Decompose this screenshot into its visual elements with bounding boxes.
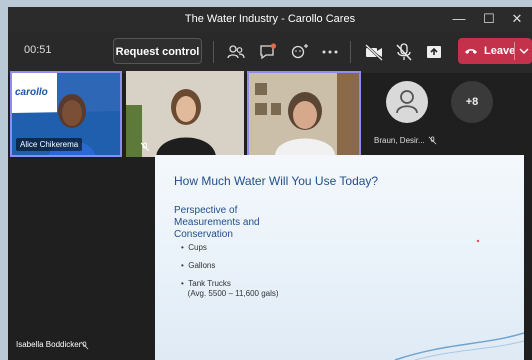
participant-video bbox=[249, 73, 359, 155]
participant-name: Isabella Boddicker bbox=[16, 340, 82, 349]
mic-off-icon[interactable] bbox=[394, 42, 414, 62]
more-options-icon[interactable] bbox=[320, 42, 340, 62]
phone-hangup-icon bbox=[465, 49, 477, 54]
camera-off-icon[interactable] bbox=[364, 42, 384, 62]
participant-tile-braun[interactable]: Braun, Desir... bbox=[374, 81, 437, 151]
meeting-timer: 00:51 bbox=[24, 44, 52, 56]
participant-tile-2[interactable] bbox=[126, 71, 244, 157]
maximize-button[interactable]: ☐ bbox=[476, 9, 502, 29]
minimize-button[interactable]: — bbox=[446, 9, 472, 29]
leave-label: Leave bbox=[484, 45, 516, 57]
title-bar: The Water Industry - Carollo Cares — ☐ ✕ bbox=[8, 7, 532, 31]
mic-muted-icon bbox=[428, 136, 437, 145]
carollo-logo: carollo bbox=[15, 87, 48, 98]
share-screen-icon[interactable] bbox=[424, 42, 444, 62]
toolbar-divider bbox=[213, 41, 214, 63]
mic-muted-icon bbox=[80, 341, 89, 350]
participant-tile-3[interactable] bbox=[247, 71, 361, 157]
leave-button[interactable]: Leave bbox=[458, 38, 532, 64]
request-control-button[interactable]: Request control bbox=[113, 38, 202, 64]
participant-name: Braun, Desir... bbox=[374, 136, 425, 145]
participant-name: Alice Chikerema bbox=[16, 138, 83, 151]
close-button[interactable]: ✕ bbox=[504, 9, 530, 29]
chat-icon[interactable] bbox=[258, 42, 278, 62]
chevron-down-icon[interactable] bbox=[518, 44, 530, 58]
toolbar-divider bbox=[350, 41, 351, 63]
shared-slide: How Much Water Will You Use Today? Persp… bbox=[155, 155, 524, 360]
person-icon bbox=[396, 90, 418, 114]
avatar bbox=[386, 81, 428, 123]
more-participants-button[interactable]: +8 bbox=[451, 81, 493, 123]
reactions-icon[interactable] bbox=[290, 42, 310, 62]
slide-decoration bbox=[394, 239, 524, 360]
mic-muted-icon bbox=[140, 142, 150, 152]
participant-tile-alice[interactable]: carollo Alice Chikerema bbox=[10, 71, 122, 157]
people-icon[interactable] bbox=[226, 42, 246, 62]
meeting-toolbar: 00:51 Request control Leave bbox=[8, 31, 532, 73]
teams-window: The Water Industry - Carollo Cares — ☐ ✕… bbox=[8, 7, 532, 360]
leave-divider bbox=[514, 42, 515, 60]
